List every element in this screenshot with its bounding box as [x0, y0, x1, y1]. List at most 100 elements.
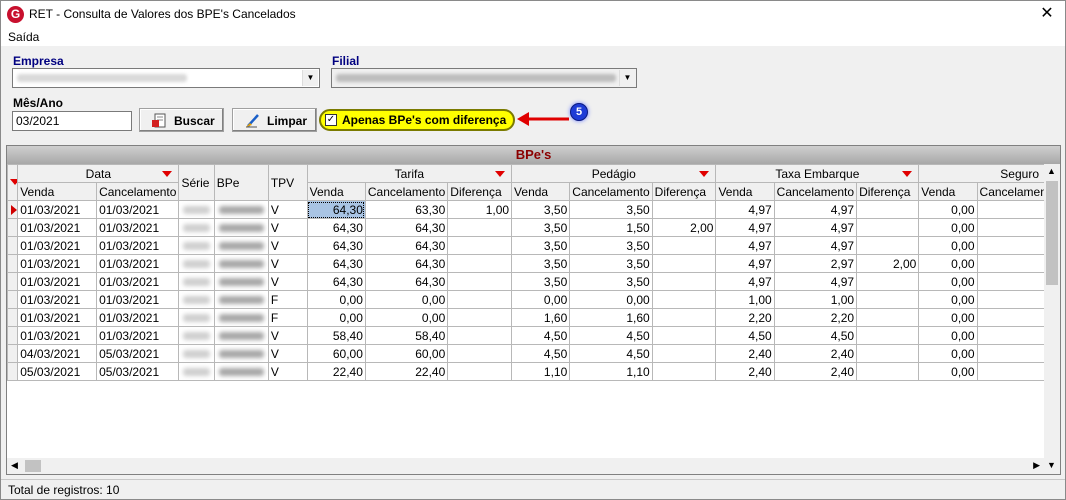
cell-canc[interactable]: 01/03/2021 — [96, 272, 180, 291]
cell-venda[interactable]: 01/03/2021 — [17, 218, 98, 237]
cell-t-d[interactable] — [447, 272, 513, 291]
bpe-grid[interactable]: BPe's Data Série BPe TPV Tarifa Pedágio … — [6, 145, 1061, 475]
cell-e-c[interactable]: 4,50 — [773, 326, 858, 345]
cell-e-c[interactable]: 2,40 — [773, 344, 858, 363]
row-indicator[interactable] — [7, 326, 19, 345]
hscroll-thumb[interactable] — [25, 460, 41, 472]
serie-cell[interactable] — [178, 254, 215, 273]
subheader-tarifa-diferenca[interactable]: Diferença — [447, 182, 513, 201]
cell-e-v[interactable]: 4,97 — [715, 218, 775, 237]
cell-canc[interactable]: 01/03/2021 — [96, 254, 180, 273]
cell-tpv[interactable]: V — [267, 236, 308, 255]
cell-e-d[interactable] — [856, 236, 920, 255]
chevron-down-icon[interactable]: ▼ — [619, 70, 635, 86]
subheader-tarifa-cancelamento[interactable]: Cancelamento — [364, 182, 449, 201]
cell-tpv[interactable]: F — [267, 308, 308, 327]
row-indicator[interactable] — [7, 236, 19, 255]
scroll-up-icon[interactable]: ▲ — [1047, 166, 1056, 176]
cell-e-v[interactable]: 4,50 — [715, 326, 775, 345]
cell-s-v[interactable]: 0,00 — [918, 236, 978, 255]
cell-canc[interactable]: 01/03/2021 — [96, 308, 180, 327]
filial-select[interactable]: ▼ — [331, 68, 637, 88]
cell-p-v[interactable]: 3,50 — [511, 200, 571, 219]
cell-e-c[interactable]: 2,97 — [773, 254, 858, 273]
cell-e-c[interactable]: 1,00 — [773, 290, 858, 309]
subheader-pedagio-venda[interactable]: Venda — [511, 182, 571, 201]
limpar-button[interactable]: Limpar — [232, 108, 317, 132]
apenas-diferenca-checkbox[interactable]: ✓ Apenas BPe's com diferença — [319, 109, 515, 131]
cell-p-c[interactable]: 3,50 — [569, 236, 653, 255]
cell-e-d[interactable] — [856, 200, 920, 219]
header-tpv[interactable]: TPV — [267, 164, 308, 201]
cell-t-d[interactable] — [447, 344, 513, 363]
bpe-cell[interactable] — [213, 200, 269, 219]
header-pedagio[interactable]: Pedágio — [511, 164, 717, 183]
cell-e-d[interactable] — [856, 344, 920, 363]
serie-cell[interactable] — [178, 218, 215, 237]
cell-p-v[interactable]: 1,10 — [511, 362, 571, 381]
cell-e-c[interactable]: 4,97 — [773, 218, 858, 237]
cell-e-d[interactable] — [856, 218, 920, 237]
serie-cell[interactable] — [178, 362, 215, 381]
row-indicator[interactable] — [7, 272, 19, 291]
cell-t-c[interactable]: 0,00 — [364, 290, 449, 309]
cell-t-d[interactable] — [447, 254, 513, 273]
cell-tpv[interactable]: V — [267, 362, 308, 381]
cell-p-d[interactable] — [651, 290, 717, 309]
cell-p-v[interactable]: 3,50 — [511, 218, 571, 237]
cell-p-c[interactable]: 0,00 — [569, 290, 653, 309]
bpe-cell[interactable] — [213, 254, 269, 273]
cell-e-c[interactable]: 4,97 — [773, 272, 858, 291]
mes-ano-input[interactable] — [12, 111, 132, 131]
cell-p-v[interactable]: 4,50 — [511, 344, 571, 363]
row-indicator[interactable] — [7, 254, 19, 273]
cell-e-v[interactable]: 4,97 — [715, 236, 775, 255]
scroll-left-icon[interactable]: ◀ — [11, 460, 18, 471]
cell-t-c[interactable]: 64,30 — [364, 254, 449, 273]
header-taxa-embarque[interactable]: Taxa Embarque — [715, 164, 920, 183]
cell-e-d[interactable] — [856, 326, 920, 345]
table-row[interactable]: 01/03/2021 01/03/2021 V 64,30 63,30 1,00 3,50 3… — [7, 200, 1060, 219]
cell-e-d[interactable] — [856, 272, 920, 291]
cell-e-v[interactable]: 4,97 — [715, 200, 775, 219]
cell-e-c[interactable]: 4,97 — [773, 200, 858, 219]
cell-s-v[interactable]: 0,00 — [918, 290, 978, 309]
cell-t-d[interactable] — [447, 218, 513, 237]
cell-canc[interactable]: 05/03/2021 — [96, 344, 180, 363]
cell-p-v[interactable]: 4,50 — [511, 326, 571, 345]
cell-tpv[interactable]: V — [267, 272, 308, 291]
close-icon[interactable]: ✕ — [1037, 4, 1057, 24]
chevron-down-icon[interactable]: ▼ — [302, 70, 318, 86]
cell-t-v[interactable]: 0,00 — [306, 308, 366, 327]
cell-p-d[interactable] — [651, 236, 717, 255]
cell-e-v[interactable]: 4,97 — [715, 254, 775, 273]
row-indicator[interactable] — [7, 290, 19, 309]
cell-p-c[interactable]: 1,50 — [569, 218, 653, 237]
cell-p-d[interactable] — [651, 200, 717, 219]
cell-s-v[interactable]: 0,00 — [918, 218, 978, 237]
cell-t-v[interactable]: 58,40 — [306, 326, 366, 345]
cell-e-d[interactable] — [856, 308, 920, 327]
cell-p-d[interactable]: 2,00 — [651, 218, 717, 237]
serie-cell[interactable] — [178, 344, 215, 363]
cell-p-c[interactable]: 4,50 — [569, 344, 653, 363]
table-row[interactable]: 04/03/2021 05/03/2021 V 60,00 60,00 4,50 4,50 2… — [7, 344, 1060, 363]
cell-t-c[interactable]: 64,30 — [364, 236, 449, 255]
bpe-cell[interactable] — [213, 236, 269, 255]
row-indicator[interactable] — [7, 218, 19, 237]
cell-canc[interactable]: 01/03/2021 — [96, 236, 180, 255]
subheader-taxa-cancelamento[interactable]: Cancelamento — [773, 182, 858, 201]
cell-t-c[interactable]: 0,00 — [364, 308, 449, 327]
cell-t-c[interactable]: 64,30 — [364, 272, 449, 291]
cell-e-d[interactable] — [856, 362, 920, 381]
cell-e-v[interactable]: 2,40 — [715, 344, 775, 363]
subheader-data-venda[interactable]: Venda — [17, 182, 98, 201]
cell-venda[interactable]: 05/03/2021 — [17, 362, 98, 381]
cell-tpv[interactable]: V — [267, 200, 308, 219]
cell-p-c[interactable]: 4,50 — [569, 326, 653, 345]
cell-canc[interactable]: 01/03/2021 — [96, 290, 180, 309]
cell-t-v[interactable]: 0,00 — [306, 290, 366, 309]
serie-cell[interactable] — [178, 326, 215, 345]
cell-tpv[interactable]: V — [267, 326, 308, 345]
row-indicator[interactable] — [7, 308, 19, 327]
